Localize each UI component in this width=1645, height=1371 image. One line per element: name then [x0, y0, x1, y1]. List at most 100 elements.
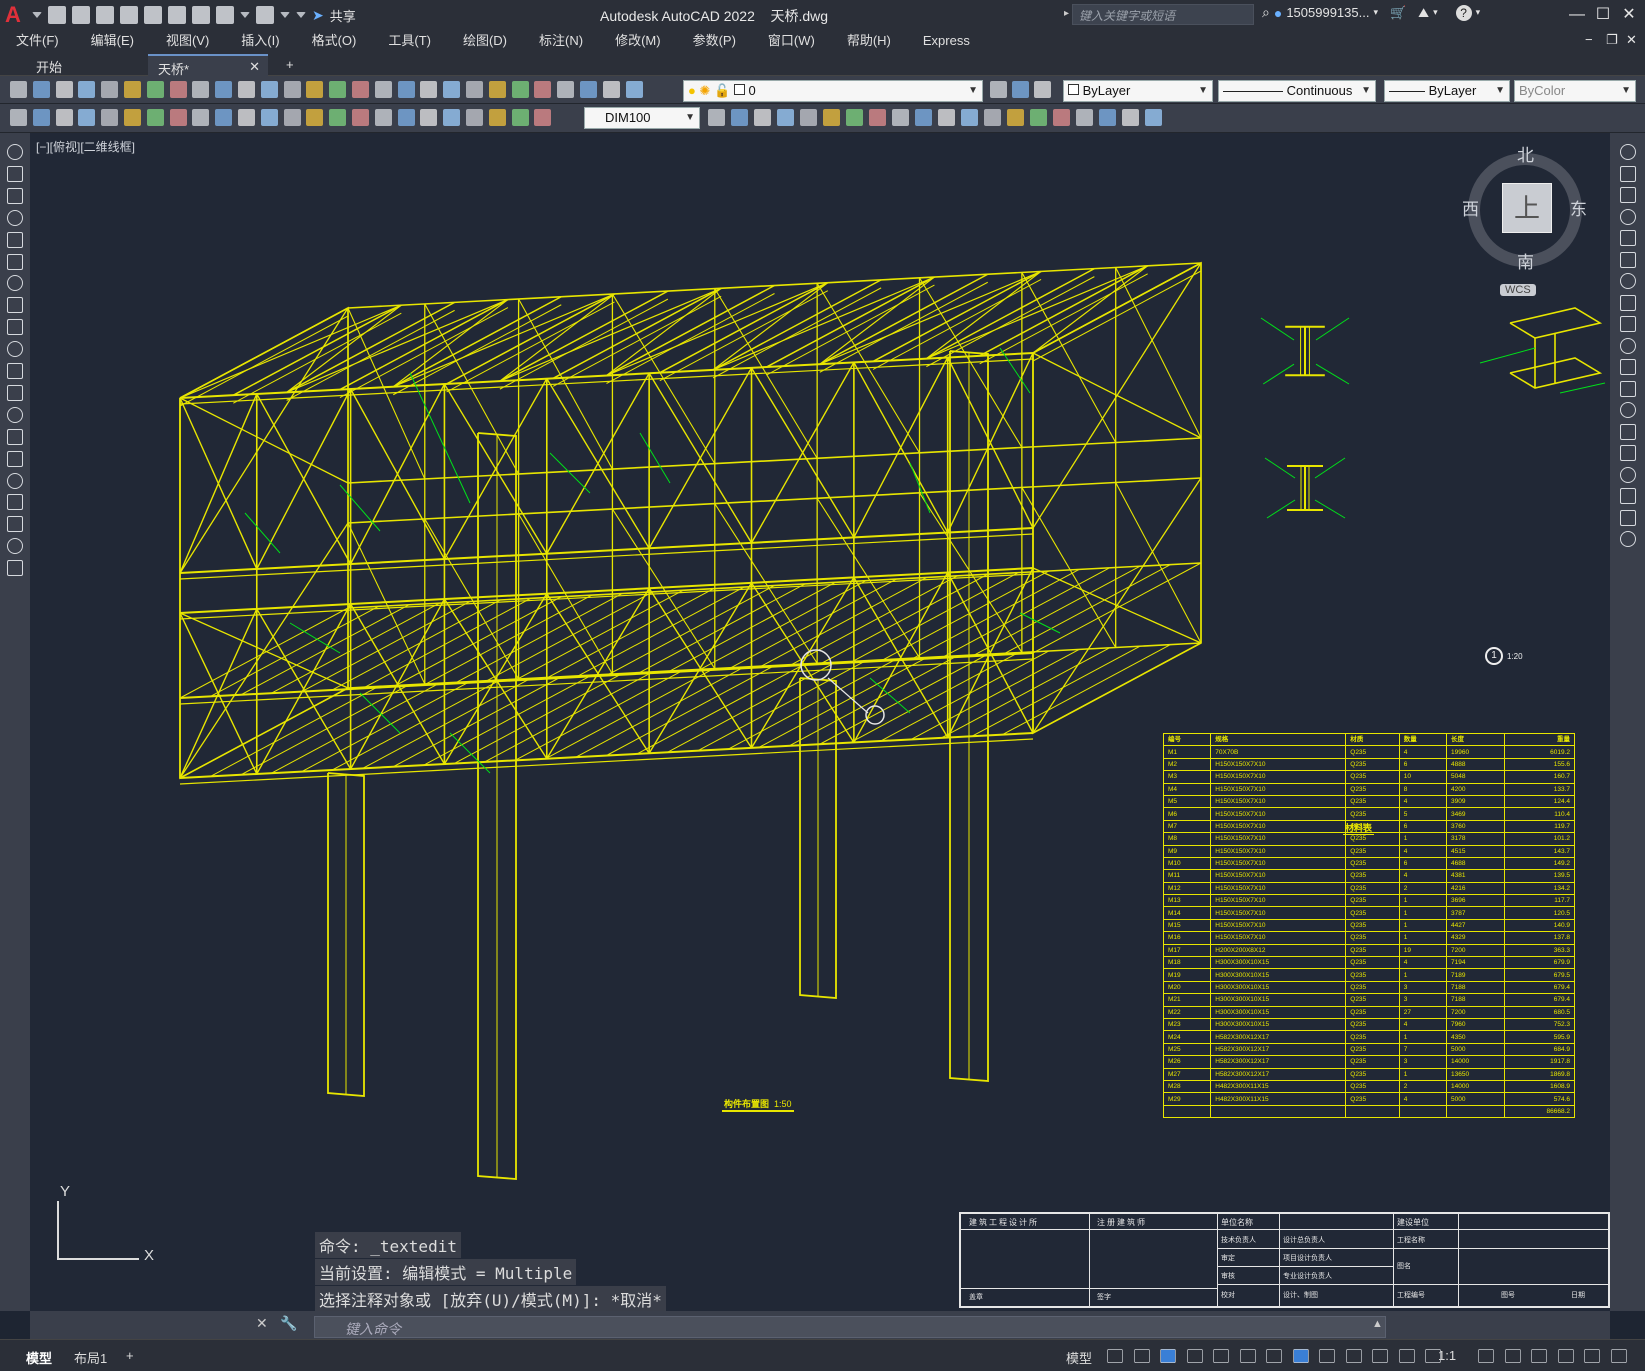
command-customize-icon[interactable]: 🔧	[280, 1315, 297, 1332]
workspace-icon[interactable]	[1478, 1349, 1494, 1363]
dimension-tool-icon[interactable]	[443, 109, 461, 126]
dimension-tool-icon[interactable]	[238, 109, 255, 126]
modify-tool-icon[interactable]	[938, 109, 955, 126]
lineweight-icon[interactable]	[1319, 1349, 1335, 1363]
plotstyle-dropdown[interactable]: ByColor ▼	[1514, 80, 1636, 102]
modify-tool-icon[interactable]	[1620, 466, 1636, 483]
standard-tool-icon[interactable]	[420, 81, 438, 98]
menu-help[interactable]: 帮助(H)	[831, 30, 907, 52]
standard-tool-icon[interactable]	[101, 81, 119, 98]
model-space-button[interactable]: 模型	[1066, 1348, 1092, 1367]
layout-tab-1[interactable]: 布局1	[74, 1348, 107, 1367]
modify-tool-icon[interactable]	[1620, 230, 1636, 246]
annotation-monitor-icon[interactable]	[1504, 1349, 1521, 1363]
undo-dropdown-icon[interactable]	[240, 12, 250, 18]
draw-tool-icon[interactable]	[7, 297, 23, 314]
standard-tool-icon[interactable]	[32, 81, 50, 98]
draw-tool-icon[interactable]	[7, 363, 23, 379]
viewcube-west[interactable]: 西	[1462, 195, 1479, 220]
draw-tool-icon[interactable]	[7, 144, 23, 160]
menu-tools[interactable]: 工具(T)	[372, 30, 447, 52]
a360-icon[interactable]: ⛰	[1418, 5, 1429, 21]
modify-tool-icon[interactable]	[1007, 109, 1024, 126]
standard-tool-icon[interactable]	[329, 81, 347, 98]
modify-tool-icon[interactable]	[800, 109, 817, 126]
dimension-tool-icon[interactable]	[397, 109, 415, 126]
menu-draw[interactable]: 绘图(D)	[447, 30, 523, 52]
draw-tool-icon[interactable]	[7, 472, 23, 489]
standard-tool-icon[interactable]	[511, 81, 529, 98]
close-icon[interactable]: ✕	[1612, 4, 1645, 26]
viewcube-north[interactable]: 北	[1517, 141, 1534, 166]
modify-tool-icon[interactable]	[961, 109, 978, 126]
new-tab-button[interactable]: +	[276, 54, 304, 76]
hardware-accel-icon[interactable]	[1557, 1349, 1574, 1363]
share-button[interactable]: 共享	[330, 6, 356, 25]
selection-cycle-icon[interactable]	[1372, 1349, 1388, 1363]
drawing-area[interactable]: [−][俯视][二维线框] 上 北 南 东 西 WCS 材料表 构件布置图 1:…	[30, 133, 1610, 1311]
draw-tool-icon[interactable]	[7, 209, 23, 226]
customize-icon[interactable]	[1610, 1349, 1627, 1363]
draw-tool-icon[interactable]	[7, 560, 23, 577]
standard-tool-icon[interactable]	[580, 81, 597, 98]
dimension-tool-icon[interactable]	[488, 109, 506, 126]
dimension-tool-icon[interactable]	[215, 109, 233, 126]
dimension-tool-icon[interactable]	[124, 109, 141, 126]
customize-qat-icon[interactable]	[296, 12, 306, 18]
tab-start[interactable]: 开始	[26, 54, 146, 76]
modify-tool-icon[interactable]	[984, 109, 1001, 126]
modify-tool-icon[interactable]	[1620, 531, 1636, 547]
menu-parametric[interactable]: 参数(P)	[677, 30, 752, 52]
dimension-tool-icon[interactable]	[146, 109, 164, 126]
dimension-tool-icon[interactable]	[329, 109, 347, 126]
doc-restore-icon[interactable]: ❐	[1606, 32, 1618, 48]
dimension-tool-icon[interactable]	[32, 109, 50, 126]
standard-tool-icon[interactable]	[55, 81, 73, 98]
modify-tool-icon[interactable]	[846, 109, 863, 126]
menu-express[interactable]: Express	[907, 30, 986, 52]
modify-tool-icon[interactable]	[1620, 144, 1636, 160]
isodraft-icon[interactable]	[1239, 1349, 1256, 1363]
menu-insert[interactable]: 插入(I)	[225, 30, 295, 52]
standard-tool-icon[interactable]	[443, 81, 461, 98]
app-logo[interactable]: A	[0, 2, 26, 28]
isolate-icon[interactable]	[1531, 1349, 1547, 1363]
modify-tool-icon[interactable]	[869, 109, 886, 126]
user-name[interactable]: 1505999135...	[1286, 5, 1369, 20]
standard-tool-icon[interactable]	[215, 81, 233, 98]
draw-tool-icon[interactable]	[7, 187, 23, 204]
tab-close-icon[interactable]: ✕	[249, 59, 260, 75]
menu-file[interactable]: 文件(F)	[0, 30, 75, 52]
modify-tool-icon[interactable]	[1620, 187, 1636, 203]
modify-tool-icon[interactable]	[708, 109, 725, 126]
ortho-icon[interactable]	[1186, 1349, 1203, 1363]
auto-scale-icon[interactable]	[1425, 1349, 1441, 1363]
draw-tool-icon[interactable]	[7, 428, 23, 445]
standard-tool-icon[interactable]	[306, 81, 324, 98]
modify-tool-icon[interactable]	[754, 109, 771, 126]
menu-dimension[interactable]: 标注(N)	[523, 30, 599, 52]
dimension-tool-icon[interactable]	[283, 109, 301, 126]
infer-icon[interactable]	[1160, 1349, 1176, 1363]
modify-tool-icon[interactable]	[777, 109, 794, 126]
modify-tool-icon[interactable]	[915, 109, 932, 126]
open-file-icon[interactable]	[72, 6, 90, 24]
command-input[interactable]: 键入命令	[314, 1316, 1386, 1338]
modify-tool-icon[interactable]	[823, 109, 840, 126]
modify-tool-icon[interactable]	[892, 109, 909, 126]
layer-tool-icon[interactable]	[1034, 81, 1051, 98]
dimension-tool-icon[interactable]	[511, 109, 529, 126]
draw-tool-icon[interactable]	[7, 231, 23, 248]
wcs-menu[interactable]: WCS	[1500, 284, 1536, 296]
dimension-tool-icon[interactable]	[466, 109, 483, 126]
modify-tool-icon[interactable]	[1122, 109, 1139, 126]
osnap-track-icon[interactable]	[1266, 1349, 1282, 1363]
modify-tool-icon[interactable]	[1053, 109, 1070, 126]
modify-tool-icon[interactable]	[731, 109, 748, 126]
search-expand-icon[interactable]: ▸	[1064, 8, 1069, 19]
grid-icon[interactable]	[1107, 1349, 1123, 1363]
lineweight-dropdown[interactable]: ByLayer ▼	[1384, 80, 1510, 102]
draw-tool-icon[interactable]	[7, 319, 23, 336]
color-dropdown[interactable]: ByLayer ▼	[1063, 80, 1213, 102]
standard-tool-icon[interactable]	[602, 81, 620, 98]
